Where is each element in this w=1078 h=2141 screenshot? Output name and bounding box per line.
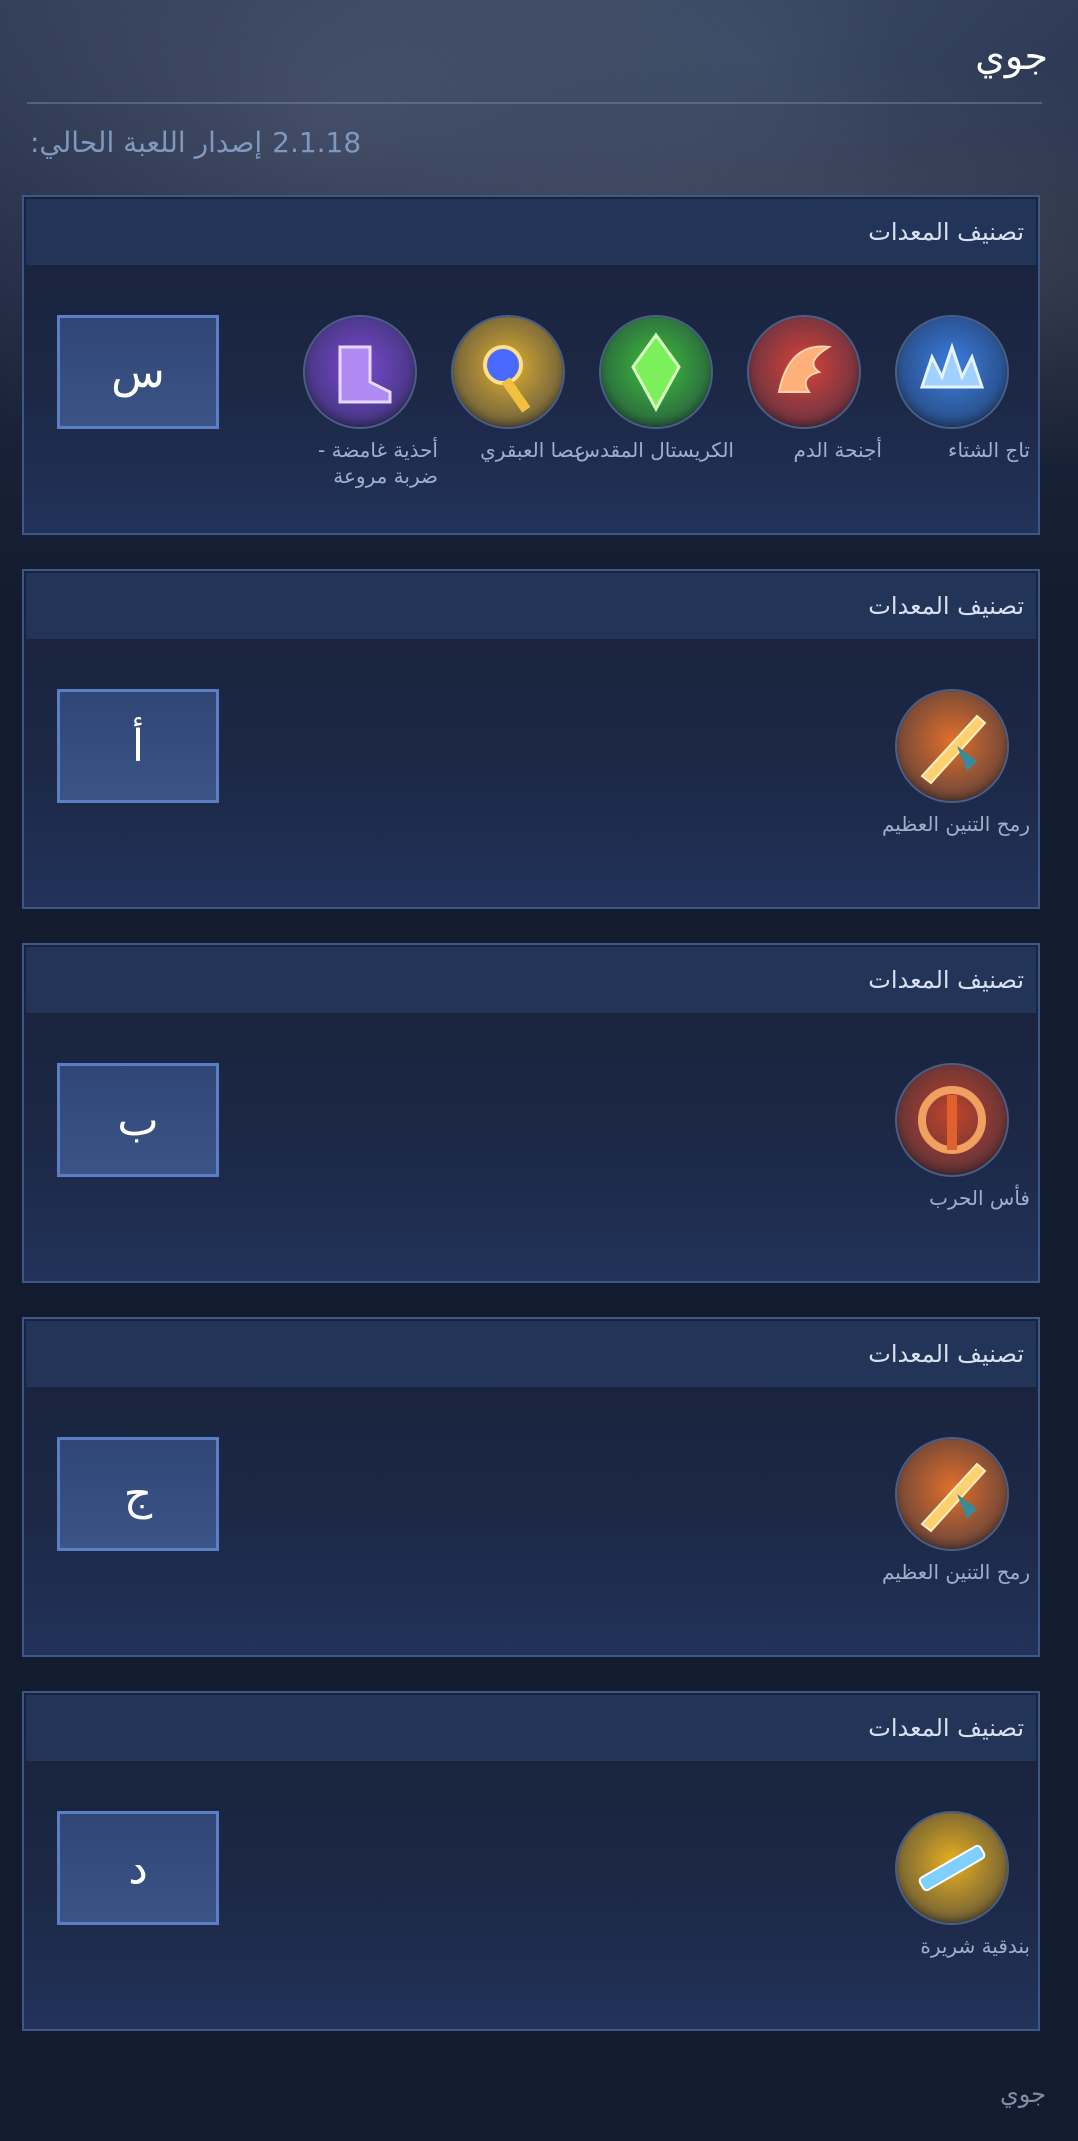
card-header: تصنيف المعدات [26,199,1036,265]
item-list: فأس الحرب [894,1063,1030,1211]
great-dragon-spear-icon[interactable] [895,689,1009,803]
great-dragon-spear-icon[interactable] [895,1437,1009,1551]
game-version: إصدار اللعبة الحالي: 2.1.18 [0,118,1078,168]
equipment-item[interactable]: الكريستال المقدس [576,315,734,489]
tier-badge: د [57,1811,219,1925]
item-list: رمح التنين العظيم [882,1437,1030,1585]
genius-wand-icon[interactable] [451,315,565,429]
card-header: تصنيف المعدات [26,1695,1036,1761]
equipment-item[interactable]: تاج الشتاء [894,315,1030,489]
item-name: أحذية غامضة - ضربة مروعة [318,438,438,488]
equipment-card: تصنيف المعدات ب فأس الحرب [22,943,1040,1283]
item-list: تاج الشتاء أجنحة الدم الكريستال المقدس ع… [302,315,1030,489]
winter-crown-icon[interactable] [895,315,1009,429]
header-divider [27,102,1042,104]
tier-badge: س [57,315,219,429]
equipment-item[interactable]: رمح التنين العظيم [882,1437,1030,1585]
equipment-card: تصنيف المعدات أ رمح التنين العظيم [22,569,1040,909]
equipment-card: تصنيف المعدات د بندقية شريرة [22,1691,1040,2031]
arcane-boots-icon[interactable] [303,315,417,429]
equipment-item[interactable]: بندقية شريرة [894,1811,1030,1959]
blood-wings-icon[interactable] [747,315,861,429]
version-number: 2.1.18 [272,126,362,159]
item-name: الكريستال المقدس [575,438,734,462]
card-header: تصنيف المعدات [26,947,1036,1013]
item-name: أجنحة الدم [793,438,882,462]
footer-hero-name: جوي [999,2080,1046,2108]
tier-badge: ب [57,1063,219,1177]
equipment-sections: تصنيف المعدات س تاج الشتاء أجنحة الدم الك… [0,195,1078,2031]
tier-badge: أ [57,689,219,803]
item-name: فأس الحرب [929,1186,1030,1210]
page-header: جوي [0,0,1078,104]
equipment-item[interactable]: رمح التنين العظيم [882,689,1030,837]
equipment-card: تصنيف المعدات ج رمح التنين العظيم [22,1317,1040,1657]
card-header: تصنيف المعدات [26,573,1036,639]
equipment-item[interactable]: فأس الحرب [894,1063,1030,1211]
item-list: رمح التنين العظيم [882,689,1030,837]
item-name: رمح التنين العظيم [881,812,1030,836]
malefic-gun-icon[interactable] [895,1811,1009,1925]
war-axe-icon[interactable] [895,1063,1009,1177]
holy-crystal-icon[interactable] [599,315,713,429]
equipment-card: تصنيف المعدات س تاج الشتاء أجنحة الدم الك… [22,195,1040,535]
card-header: تصنيف المعدات [26,1321,1036,1387]
equipment-item[interactable]: أجنحة الدم [746,315,882,489]
item-name: عصا العبقري [480,438,586,462]
item-name: تاج الشتاء [948,438,1030,462]
equipment-item[interactable]: عصا العبقري [450,315,586,489]
item-name: رمح التنين العظيم [881,1560,1030,1584]
equipment-item[interactable]: أحذية غامضة - ضربة مروعة [302,315,438,489]
hero-name: جوي [975,34,1048,78]
tier-badge: ج [57,1437,219,1551]
version-label: إصدار اللعبة الحالي: [30,126,263,159]
item-list: بندقية شريرة [894,1811,1030,1959]
item-name: بندقية شريرة [920,1934,1030,1958]
